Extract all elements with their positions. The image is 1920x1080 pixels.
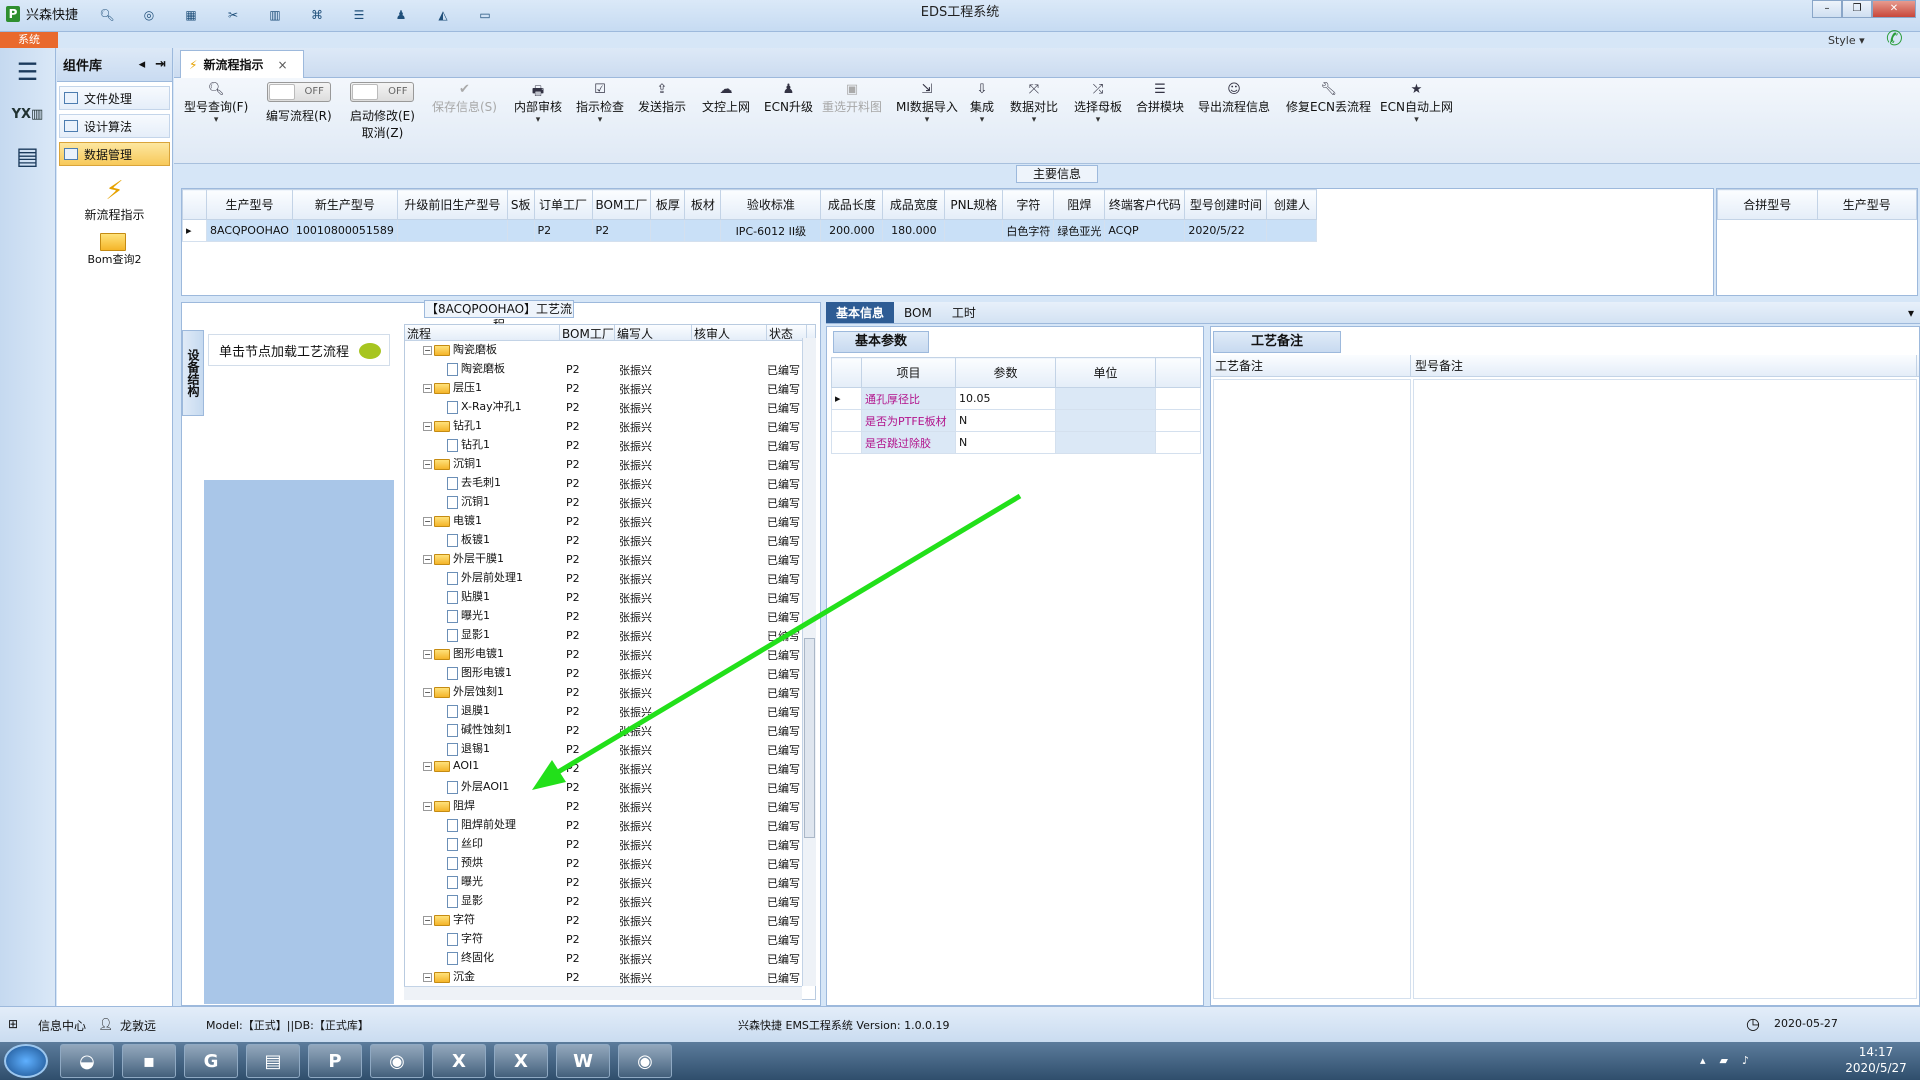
word-app-icon[interactable]: W	[556, 1044, 610, 1078]
app-version: 兴森快捷 EMS工程系统 Version: 1.0.0.19	[738, 1019, 950, 1032]
p-app-icon[interactable]: P	[308, 1044, 362, 1078]
user-icon: 👤︎	[98, 1017, 114, 1031]
model-db-status: Model:【正式】||DB:【正式库】	[206, 1019, 369, 1032]
taskbar-clock[interactable]: 14:17 2020/5/27	[1836, 1044, 1916, 1076]
g-app-icon[interactable]: G	[184, 1044, 238, 1078]
clock-time: 14:17	[1858, 1045, 1894, 1059]
clock-icon: ◷	[1746, 1014, 1760, 1033]
x-app-icon[interactable]: X	[432, 1044, 486, 1078]
eye-app-icon[interactable]: ◉	[370, 1044, 424, 1078]
taskbar: ◒ ▪ G ▤ P ◉ X X W ◉ ▴ ▰ ♪ 14:17 2020/5/2…	[0, 1042, 1920, 1080]
volume-icon[interactable]: ♪	[1742, 1054, 1749, 1067]
start-button[interactable]	[4, 1044, 48, 1078]
clock-date: 2020/5/27	[1845, 1061, 1907, 1075]
notepad-app-icon[interactable]: ▤	[246, 1044, 300, 1078]
tray-arrow-icon[interactable]: ▴	[1700, 1054, 1706, 1067]
monitor-app-icon[interactable]: ◉	[618, 1044, 672, 1078]
arrow-head	[532, 760, 566, 790]
annotation-arrow	[532, 493, 1022, 790]
status-date: 2020-05-27	[1774, 1017, 1838, 1030]
status-bar: ⊞ 信息中心 👤︎ 龙敦远 Model:【正式】||DB:【正式库】 兴森快捷 …	[0, 1006, 1920, 1042]
info-center-link[interactable]: 信息中心	[38, 1017, 86, 1034]
user-name: 龙敦远	[120, 1019, 157, 1033]
save-app-icon[interactable]: ▪	[122, 1044, 176, 1078]
shell-app-icon[interactable]: ◒	[60, 1044, 114, 1078]
windows-icon[interactable]: ⊞	[8, 1017, 18, 1031]
system-tray: ▴ ▰ ♪	[1700, 1054, 1749, 1067]
arrow-shaft	[546, 493, 1022, 781]
excel-app-icon[interactable]: X	[494, 1044, 548, 1078]
network-icon[interactable]: ▰	[1720, 1054, 1728, 1067]
